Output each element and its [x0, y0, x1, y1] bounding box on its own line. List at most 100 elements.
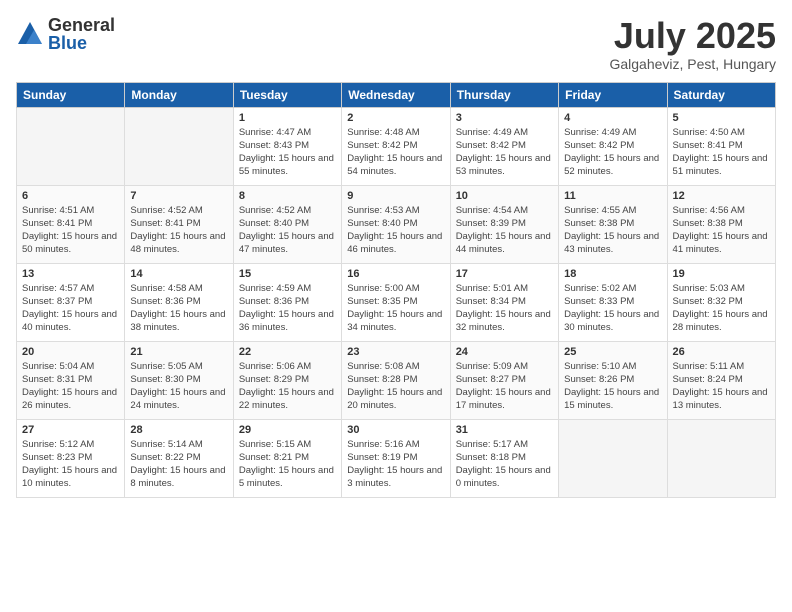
cell-day-number: 13	[22, 268, 119, 280]
cell-info: Sunrise: 4:51 AMSunset: 8:41 PMDaylight:…	[22, 204, 119, 257]
calendar-cell: 23Sunrise: 5:08 AMSunset: 8:28 PMDayligh…	[342, 341, 450, 419]
calendar-cell: 4Sunrise: 4:49 AMSunset: 8:42 PMDaylight…	[559, 107, 667, 185]
cell-info: Sunrise: 5:15 AMSunset: 8:21 PMDaylight:…	[239, 438, 336, 491]
cell-day-number: 8	[239, 190, 336, 202]
cell-info: Sunrise: 4:58 AMSunset: 8:36 PMDaylight:…	[130, 282, 227, 335]
cell-info: Sunrise: 4:49 AMSunset: 8:42 PMDaylight:…	[456, 126, 553, 179]
cell-day-number: 25	[564, 346, 661, 358]
cell-day-number: 17	[456, 268, 553, 280]
calendar-cell: 18Sunrise: 5:02 AMSunset: 8:33 PMDayligh…	[559, 263, 667, 341]
cell-day-number: 10	[456, 190, 553, 202]
cell-day-number: 2	[347, 112, 444, 124]
calendar-cell	[667, 419, 775, 497]
header-monday: Monday	[125, 82, 233, 107]
cell-day-number: 15	[239, 268, 336, 280]
logo: General Blue	[16, 16, 115, 52]
month-title: July 2025	[609, 16, 776, 56]
cell-info: Sunrise: 5:05 AMSunset: 8:30 PMDaylight:…	[130, 360, 227, 413]
cell-day-number: 7	[130, 190, 227, 202]
calendar-cell: 28 Sunrise: 5:14 AMSunset: 8:22 PMDayligh…	[125, 419, 233, 497]
cell-day-number: 20	[22, 346, 119, 358]
calendar-cell: 24Sunrise: 5:09 AMSunset: 8:27 PMDayligh…	[450, 341, 558, 419]
cell-day-number: 16	[347, 268, 444, 280]
calendar-cell: 19Sunrise: 5:03 AMSunset: 8:32 PMDayligh…	[667, 263, 775, 341]
cell-info: Sunrise: 4:55 AMSunset: 8:38 PMDaylight:…	[564, 204, 661, 257]
cell-info: Sunrise: 4:47 AMSunset: 8:43 PMDaylight:…	[239, 126, 336, 179]
calendar-cell: 17 Sunrise: 5:01 AMSunset: 8:34 PMDayligh…	[450, 263, 558, 341]
cell-day-number: 22	[239, 346, 336, 358]
calendar-cell: 31Sunrise: 5:17 AMSunset: 8:18 PMDayligh…	[450, 419, 558, 497]
location-text: Galgaheviz, Pest, Hungary	[609, 56, 776, 72]
cell-info: Sunrise: 5:10 AMSunset: 8:26 PMDaylight:…	[564, 360, 661, 413]
header-friday: Friday	[559, 82, 667, 107]
header-thursday: Thursday	[450, 82, 558, 107]
weekday-header-row: Sunday Monday Tuesday Wednesday Thursday…	[17, 82, 776, 107]
cell-day-number: 1	[239, 112, 336, 124]
cell-info: Sunrise: 4:50 AMSunset: 8:41 PMDaylight:…	[673, 126, 770, 179]
calendar-cell: 11 Sunrise: 4:55 AMSunset: 8:38 PMDayligh…	[559, 185, 667, 263]
cell-day-number: 6	[22, 190, 119, 202]
calendar-table: Sunday Monday Tuesday Wednesday Thursday…	[16, 82, 776, 498]
cell-info: Sunrise: 4:53 AMSunset: 8:40 PMDaylight:…	[347, 204, 444, 257]
cell-info: Sunrise: 4:52 AMSunset: 8:40 PMDaylight:…	[239, 204, 336, 257]
cell-day-number: 3	[456, 112, 553, 124]
logo-blue-text: Blue	[48, 34, 115, 52]
calendar-cell: 25 Sunrise: 5:10 AMSunset: 8:26 PMDayligh…	[559, 341, 667, 419]
cell-info: Sunrise: 5:11 AMSunset: 8:24 PMDaylight:…	[673, 360, 770, 413]
calendar-cell: 26Sunrise: 5:11 AMSunset: 8:24 PMDayligh…	[667, 341, 775, 419]
cell-day-number: 21	[130, 346, 227, 358]
cell-day-number: 9	[347, 190, 444, 202]
header-sunday: Sunday	[17, 82, 125, 107]
cell-day-number: 18	[564, 268, 661, 280]
calendar-cell: 20 Sunrise: 5:04 AMSunset: 8:31 PMDayligh…	[17, 341, 125, 419]
calendar-cell: 14 Sunrise: 4:58 AMSunset: 8:36 PMDayligh…	[125, 263, 233, 341]
calendar-cell: 7 Sunrise: 4:52 AMSunset: 8:41 PMDaylight…	[125, 185, 233, 263]
cell-day-number: 11	[564, 190, 661, 202]
calendar-cell: 2Sunrise: 4:48 AMSunset: 8:42 PMDaylight…	[342, 107, 450, 185]
cell-info: Sunrise: 5:03 AMSunset: 8:32 PMDaylight:…	[673, 282, 770, 335]
header-wednesday: Wednesday	[342, 82, 450, 107]
calendar-cell: 6 Sunrise: 4:51 AMSunset: 8:41 PMDaylight…	[17, 185, 125, 263]
cell-info: Sunrise: 4:54 AMSunset: 8:39 PMDaylight:…	[456, 204, 553, 257]
cell-info: Sunrise: 5:04 AMSunset: 8:31 PMDaylight:…	[22, 360, 119, 413]
cell-day-number: 12	[673, 190, 770, 202]
cell-info: Sunrise: 5:16 AMSunset: 8:19 PMDaylight:…	[347, 438, 444, 491]
calendar-cell: 8 Sunrise: 4:52 AMSunset: 8:40 PMDaylight…	[233, 185, 341, 263]
header-saturday: Saturday	[667, 82, 775, 107]
calendar-cell: 3 Sunrise: 4:49 AMSunset: 8:42 PMDaylight…	[450, 107, 558, 185]
calendar-cell: 30 Sunrise: 5:16 AMSunset: 8:19 PMDayligh…	[342, 419, 450, 497]
calendar-week-1: 1 Sunrise: 4:47 AMSunset: 8:43 PMDaylight…	[17, 107, 776, 185]
cell-info: Sunrise: 5:08 AMSunset: 8:28 PMDaylight:…	[347, 360, 444, 413]
cell-info: Sunrise: 4:59 AMSunset: 8:36 PMDaylight:…	[239, 282, 336, 335]
calendar-cell: 16Sunrise: 5:00 AMSunset: 8:35 PMDayligh…	[342, 263, 450, 341]
calendar-cell	[125, 107, 233, 185]
cell-info: Sunrise: 5:01 AMSunset: 8:34 PMDaylight:…	[456, 282, 553, 335]
cell-day-number: 4	[564, 112, 661, 124]
calendar-cell: 22 Sunrise: 5:06 AMSunset: 8:29 PMDayligh…	[233, 341, 341, 419]
calendar-cell: 5 Sunrise: 4:50 AMSunset: 8:41 PMDaylight…	[667, 107, 775, 185]
title-area: July 2025 Galgaheviz, Pest, Hungary	[609, 16, 776, 72]
calendar-cell	[559, 419, 667, 497]
cell-info: Sunrise: 5:14 AMSunset: 8:22 PMDaylight:…	[130, 438, 227, 491]
header-tuesday: Tuesday	[233, 82, 341, 107]
logo-icon	[16, 20, 44, 48]
cell-day-number: 5	[673, 112, 770, 124]
calendar-cell: 21 Sunrise: 5:05 AMSunset: 8:30 PMDayligh…	[125, 341, 233, 419]
calendar-cell: 12 Sunrise: 4:56 AMSunset: 8:38 PMDayligh…	[667, 185, 775, 263]
cell-day-number: 14	[130, 268, 227, 280]
cell-day-number: 28	[130, 424, 227, 436]
calendar-week-4: 20 Sunrise: 5:04 AMSunset: 8:31 PMDayligh…	[17, 341, 776, 419]
cell-day-number: 24	[456, 346, 553, 358]
cell-day-number: 29	[239, 424, 336, 436]
cell-info: Sunrise: 5:06 AMSunset: 8:29 PMDaylight:…	[239, 360, 336, 413]
cell-info: Sunrise: 4:52 AMSunset: 8:41 PMDaylight:…	[130, 204, 227, 257]
calendar-cell: 29 Sunrise: 5:15 AMSunset: 8:21 PMDayligh…	[233, 419, 341, 497]
logo-general-text: General	[48, 16, 115, 34]
cell-info: Sunrise: 5:12 AMSunset: 8:23 PMDaylight:…	[22, 438, 119, 491]
calendar-week-5: 27Sunrise: 5:12 AMSunset: 8:23 PMDayligh…	[17, 419, 776, 497]
cell-day-number: 30	[347, 424, 444, 436]
cell-info: Sunrise: 4:56 AMSunset: 8:38 PMDaylight:…	[673, 204, 770, 257]
calendar-cell: 15 Sunrise: 4:59 AMSunset: 8:36 PMDayligh…	[233, 263, 341, 341]
calendar-week-2: 6 Sunrise: 4:51 AMSunset: 8:41 PMDaylight…	[17, 185, 776, 263]
cell-info: Sunrise: 5:17 AMSunset: 8:18 PMDaylight:…	[456, 438, 553, 491]
